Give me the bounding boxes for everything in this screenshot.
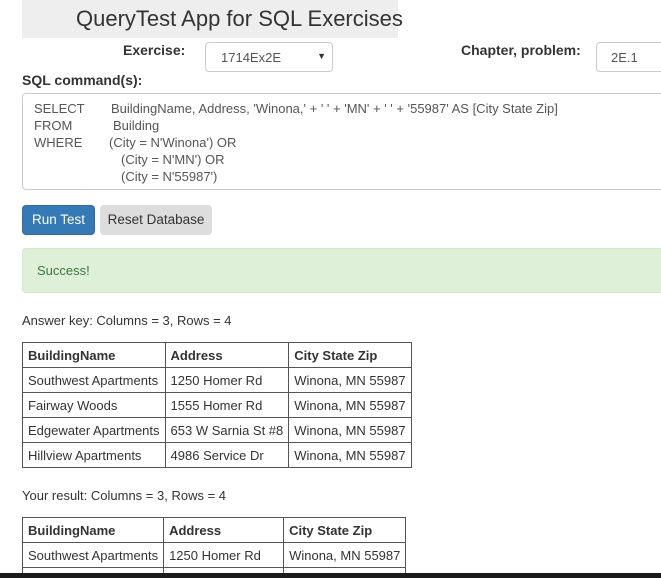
chapter-problem-value: 2E.1 <box>611 50 638 65</box>
column-header: BuildingName <box>22 342 166 368</box>
chapter-problem-input[interactable]: 2E.1 <box>596 42 661 72</box>
your-result-caption: Your result: Columns = 3, Rows = 4 <box>22 488 227 503</box>
table-cell: 1555 Homer Rd <box>164 392 290 418</box>
page: QueryTest App for SQL Exercises Exercise… <box>0 0 661 578</box>
table-row: Southwest Apartments 1250 Homer Rd Winon… <box>21 542 407 568</box>
exercise-label: Exercise: <box>123 42 186 58</box>
sql-keyword: WHERE <box>34 135 83 150</box>
app-title: QueryTest App for SQL Exercises <box>76 6 403 31</box>
reset-database-button[interactable]: Reset Database <box>100 205 212 235</box>
column-header: City State Zip <box>288 342 412 368</box>
table-row: Fairway Woods 1555 Homer Rd Winona, MN 5… <box>22 392 412 418</box>
table-cell: 1250 Homer Rd <box>163 542 285 568</box>
answer-key-table: BuildingName Address City State Zip Sout… <box>22 342 412 468</box>
table-row: Hillview Apartments 4986 Service Dr Wino… <box>22 442 412 468</box>
sql-keyword: FROM <box>34 118 73 133</box>
column-header: Address <box>164 342 290 368</box>
exercise-select-value: 1714Ex2E <box>221 50 281 65</box>
table-cell: Hillview Apartments <box>22 442 166 468</box>
sql-line-text: (City = N'MN') OR <box>121 152 225 167</box>
table-cell: Southwest Apartments <box>22 367 166 393</box>
table-row: Edgewater Apartments 653 W Sarnia St #8 … <box>22 417 412 443</box>
sql-line-text: Building <box>113 118 160 133</box>
column-header: Address <box>163 517 285 543</box>
alert-message: Success! <box>37 263 90 278</box>
table-cell: 653 W Sarnia St #8 <box>164 417 290 443</box>
sql-line-text: (City = N'Winona') OR <box>109 135 237 150</box>
table-cell: Winona, MN 55987 <box>288 442 412 468</box>
column-header: City State Zip <box>283 517 407 543</box>
taskbar-edge <box>0 573 661 578</box>
chevron-down-icon: ▼ <box>317 51 326 61</box>
run-test-button[interactable]: Run Test <box>22 205 95 235</box>
title-bar: QueryTest App for SQL Exercises <box>22 0 403 38</box>
exercise-select[interactable]: 1714Ex2E ▼ <box>205 42 333 72</box>
table-cell: Winona, MN 55987 <box>288 417 412 443</box>
table-cell: Winona, MN 55987 <box>283 542 407 568</box>
table-header-row: BuildingName Address City State Zip <box>21 517 407 543</box>
table-cell: 1250 Homer Rd <box>164 367 290 393</box>
sql-label: SQL command(s): <box>22 72 143 88</box>
sql-command-textarea[interactable]: SELECT BuildingName, Address, 'Winona,' … <box>22 93 661 190</box>
sql-keyword: SELECT <box>34 101 85 116</box>
sql-line-text: BuildingName, Address, 'Winona,' + ' ' +… <box>111 101 558 116</box>
sql-line-text: (City = N'55987') <box>121 169 218 184</box>
table-cell: Fairway Woods <box>22 392 166 418</box>
your-result-table: BuildingName Address City State Zip Sout… <box>21 517 407 578</box>
table-row: Southwest Apartments 1250 Homer Rd Winon… <box>22 367 412 393</box>
chapter-label: Chapter, problem: <box>461 42 581 58</box>
answer-key-caption: Answer key: Columns = 3, Rows = 4 <box>22 313 232 328</box>
table-cell: Edgewater Apartments <box>22 417 166 443</box>
table-cell: Southwest Apartments <box>21 542 165 568</box>
column-header: BuildingName <box>21 517 165 543</box>
table-cell: Winona, MN 55987 <box>288 392 412 418</box>
success-alert: Success! <box>22 248 661 293</box>
table-header-row: BuildingName Address City State Zip <box>22 342 412 368</box>
table-cell: 4986 Service Dr <box>164 442 290 468</box>
table-cell: Winona, MN 55987 <box>288 367 412 393</box>
